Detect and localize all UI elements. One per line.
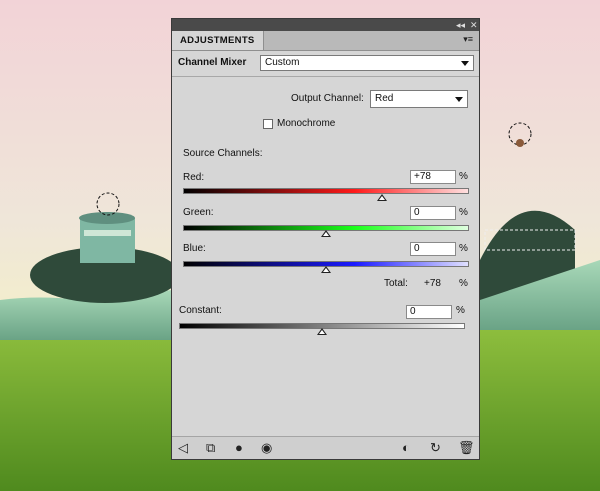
panel-footer: ◁ ⧉ ● ◉ ◐ ↻ 🗑 (172, 436, 479, 459)
blue-value-field[interactable]: 0 (410, 242, 456, 256)
red-percent-label: % (459, 171, 468, 182)
red-slider-track[interactable] (183, 188, 469, 194)
total-label: Total: (384, 278, 408, 289)
source-channels-label: Source Channels: (183, 148, 263, 159)
preset-dropdown[interactable]: Custom (260, 55, 474, 71)
output-channel-value: Red (375, 93, 394, 104)
constant-value-field[interactable]: 0 (406, 305, 452, 319)
preset-value: Custom (265, 57, 300, 68)
adjustments-panel: ◂◂ ✕ ADJUSTMENTS ▾≡ Channel Mixer Custom… (171, 18, 480, 460)
collapse-icon[interactable]: ◂◂ (456, 19, 465, 31)
tab-adjustments[interactable]: ADJUSTMENTS (172, 31, 264, 50)
panel-menu-icon[interactable]: ▾≡ (463, 34, 473, 45)
green-channel-label: Green: (183, 207, 214, 218)
layer-mask-icon[interactable]: ● (235, 440, 243, 456)
monochrome-checkbox[interactable] (263, 119, 273, 129)
chevron-down-icon (461, 61, 469, 66)
previous-state-icon[interactable]: ◐ (402, 440, 410, 456)
green-value-field[interactable]: 0 (410, 206, 456, 220)
back-arrow-icon[interactable]: ◁ (178, 440, 188, 456)
red-channel-label: Red: (183, 172, 205, 183)
reset-icon[interactable]: ↻ (430, 440, 441, 456)
panel-tab-row: ADJUSTMENTS ▾≡ (172, 31, 479, 51)
output-channel-dropdown[interactable]: Red (370, 90, 468, 108)
red-value-field[interactable]: +78 (410, 170, 456, 184)
total-value: +78 (424, 278, 441, 289)
trash-icon[interactable]: 🗑 (458, 440, 475, 456)
blue-percent-label: % (459, 243, 468, 254)
total-percent-label: % (459, 278, 468, 289)
green-percent-label: % (459, 207, 468, 218)
output-channel-label: Output Channel: (291, 93, 364, 104)
close-icon[interactable]: ✕ (470, 19, 478, 31)
clip-to-layer-icon[interactable]: ⧉ (206, 440, 215, 456)
constant-percent-label: % (456, 305, 465, 316)
adjustment-header: Channel Mixer Custom (172, 51, 479, 77)
monochrome-label: Monochrome (277, 118, 336, 129)
adjustment-title: Channel Mixer (178, 57, 247, 68)
visibility-eye-icon[interactable]: ◉ (261, 440, 272, 456)
constant-label: Constant: (179, 305, 222, 316)
panel-titlebar: ◂◂ ✕ (172, 19, 479, 31)
chevron-down-icon (455, 97, 463, 102)
blue-channel-label: Blue: (183, 243, 206, 254)
